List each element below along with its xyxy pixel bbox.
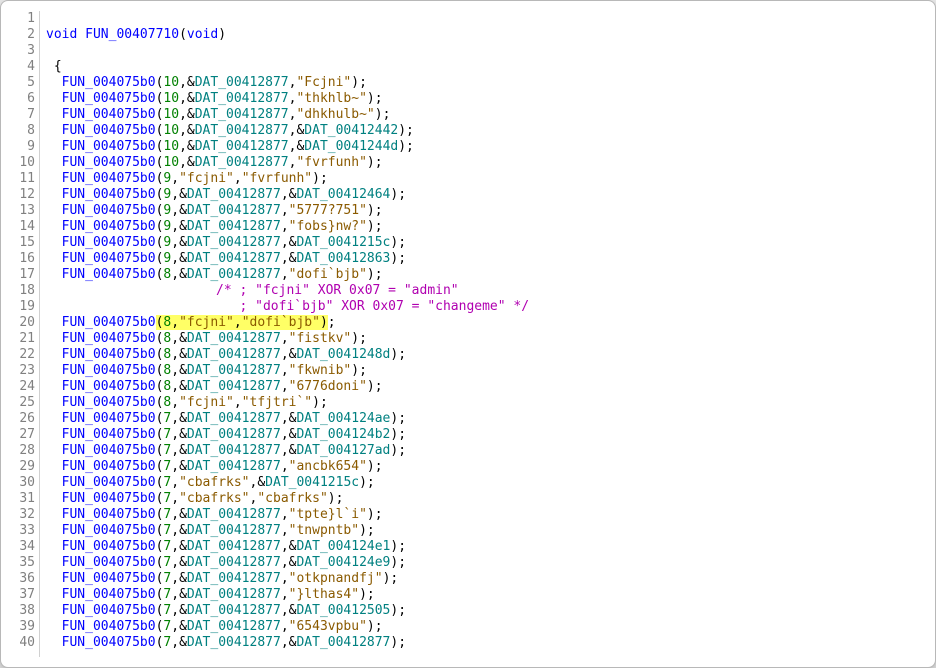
- line-number: 6: [1, 91, 35, 107]
- code-line[interactable]: FUN_004075b0(7,&DAT_00412877,&DAT_004124…: [46, 427, 925, 443]
- line-number: 38: [1, 603, 35, 619]
- code-line[interactable]: FUN_004075b0(10,&DAT_00412877,"dhkhulb~"…: [46, 107, 925, 123]
- line-number: 14: [1, 219, 35, 235]
- code-line[interactable]: FUN_004075b0(9,&DAT_00412877,&DAT_004121…: [46, 235, 925, 251]
- code-line[interactable]: FUN_004075b0(8,&DAT_00412877,"fkwnib");: [46, 363, 925, 379]
- code-line[interactable]: FUN_004075b0(9,&DAT_00412877,&DAT_004128…: [46, 251, 925, 267]
- line-number: 10: [1, 155, 35, 171]
- code-line[interactable]: [46, 43, 925, 59]
- line-number: 12: [1, 187, 35, 203]
- code-line[interactable]: FUN_004075b0(7,&DAT_00412877,"6543vpbu")…: [46, 619, 925, 635]
- code-line[interactable]: [46, 11, 925, 27]
- line-number: 7: [1, 107, 35, 123]
- code-line[interactable]: FUN_004075b0(7,&DAT_00412877,"tnwpntb");: [46, 523, 925, 539]
- code-line[interactable]: FUN_004075b0(7,&DAT_00412877,"ancbk654")…: [46, 459, 925, 475]
- code-line[interactable]: FUN_004075b0(7,"cbafrks",&DAT_0041215c);: [46, 475, 925, 491]
- line-number: 20: [1, 315, 35, 331]
- code-line[interactable]: FUN_004075b0(7,"cbafrks","cbafrks");: [46, 491, 925, 507]
- line-number: 2: [1, 27, 35, 43]
- code-line[interactable]: FUN_004075b0(8,&DAT_00412877,"6776doni")…: [46, 379, 925, 395]
- line-number: 37: [1, 587, 35, 603]
- decompiled-code[interactable]: void FUN_00407710(void) { FUN_004075b0(1…: [40, 11, 925, 657]
- code-line[interactable]: FUN_004075b0(9,&DAT_00412877,"5777?751")…: [46, 203, 925, 219]
- code-line[interactable]: FUN_004075b0(7,&DAT_00412877,&DAT_004127…: [46, 443, 925, 459]
- line-number-gutter: 1234567891011121314151617181920212223242…: [1, 11, 40, 657]
- line-number: 11: [1, 171, 35, 187]
- code-scroll-area[interactable]: 1234567891011121314151617181920212223242…: [1, 11, 925, 657]
- code-line[interactable]: FUN_004075b0(8,"fcjni","dofi`bjb");: [46, 315, 925, 331]
- line-number: 39: [1, 619, 35, 635]
- code-line[interactable]: FUN_004075b0(10,&DAT_00412877,"Fcjni");: [46, 75, 925, 91]
- line-number: 23: [1, 363, 35, 379]
- code-viewer-panel: 1234567891011121314151617181920212223242…: [0, 0, 936, 668]
- code-line[interactable]: FUN_004075b0(8,"fcjni","tfjtri`");: [46, 395, 925, 411]
- line-number: 32: [1, 507, 35, 523]
- code-line[interactable]: FUN_004075b0(7,&DAT_00412877,&DAT_004125…: [46, 603, 925, 619]
- line-number: 35: [1, 555, 35, 571]
- line-number: 30: [1, 475, 35, 491]
- line-number: 29: [1, 459, 35, 475]
- line-number: 5: [1, 75, 35, 91]
- code-line[interactable]: FUN_004075b0(7,&DAT_00412877,"tpte}l`i")…: [46, 507, 925, 523]
- code-line[interactable]: FUN_004075b0(10,&DAT_00412877,&DAT_00412…: [46, 139, 925, 155]
- line-number: 4: [1, 59, 35, 75]
- code-line[interactable]: void FUN_00407710(void): [46, 27, 925, 43]
- line-number: 28: [1, 443, 35, 459]
- line-number: 21: [1, 331, 35, 347]
- code-line[interactable]: FUN_004075b0(10,&DAT_00412877,"thkhlb~")…: [46, 91, 925, 107]
- line-number: 25: [1, 395, 35, 411]
- code-line[interactable]: FUN_004075b0(9,"fcjni","fvrfunh");: [46, 171, 925, 187]
- code-line[interactable]: FUN_004075b0(8,&DAT_00412877,"dofi`bjb")…: [46, 267, 925, 283]
- line-number: 8: [1, 123, 35, 139]
- code-line[interactable]: /* ; "fcjni" XOR 0x07 = "admin": [46, 283, 925, 299]
- line-number: 24: [1, 379, 35, 395]
- code-line[interactable]: FUN_004075b0(9,&DAT_00412877,&DAT_004124…: [46, 187, 925, 203]
- code-line[interactable]: FUN_004075b0(7,&DAT_00412877,"otkpnandfj…: [46, 571, 925, 587]
- code-line[interactable]: FUN_004075b0(7,&DAT_00412877,&DAT_004128…: [46, 635, 925, 651]
- line-number: 19: [1, 299, 35, 315]
- code-line[interactable]: FUN_004075b0(7,&DAT_00412877,&DAT_004124…: [46, 555, 925, 571]
- line-number: 18: [1, 283, 35, 299]
- code-line[interactable]: FUN_004075b0(8,&DAT_00412877,&DAT_004124…: [46, 347, 925, 363]
- code-line[interactable]: {: [46, 59, 925, 75]
- line-number: 3: [1, 43, 35, 59]
- line-number: 17: [1, 267, 35, 283]
- line-number: 13: [1, 203, 35, 219]
- line-number: 31: [1, 491, 35, 507]
- line-number: 27: [1, 427, 35, 443]
- code-line[interactable]: FUN_004075b0(10,&DAT_00412877,"fvrfunh")…: [46, 155, 925, 171]
- line-number: 22: [1, 347, 35, 363]
- line-number: 15: [1, 235, 35, 251]
- line-number: 26: [1, 411, 35, 427]
- code-line[interactable]: FUN_004075b0(9,&DAT_00412877,"fobs}nw?")…: [46, 219, 925, 235]
- line-number: 9: [1, 139, 35, 155]
- code-line[interactable]: FUN_004075b0(7,&DAT_00412877,&DAT_004124…: [46, 411, 925, 427]
- line-number: 33: [1, 523, 35, 539]
- code-line[interactable]: FUN_004075b0(7,&DAT_00412877,&DAT_004124…: [46, 539, 925, 555]
- line-number: 40: [1, 635, 35, 651]
- code-line[interactable]: FUN_004075b0(7,&DAT_00412877,"}lthas4");: [46, 587, 925, 603]
- line-number: 16: [1, 251, 35, 267]
- line-number: 1: [1, 11, 35, 27]
- line-number: 34: [1, 539, 35, 555]
- code-line[interactable]: ; "dofi`bjb" XOR 0x07 = "changeme" */: [46, 299, 925, 315]
- line-number: 36: [1, 571, 35, 587]
- code-line[interactable]: FUN_004075b0(8,&DAT_00412877,"fistkv");: [46, 331, 925, 347]
- code-line[interactable]: FUN_004075b0(10,&DAT_00412877,&DAT_00412…: [46, 123, 925, 139]
